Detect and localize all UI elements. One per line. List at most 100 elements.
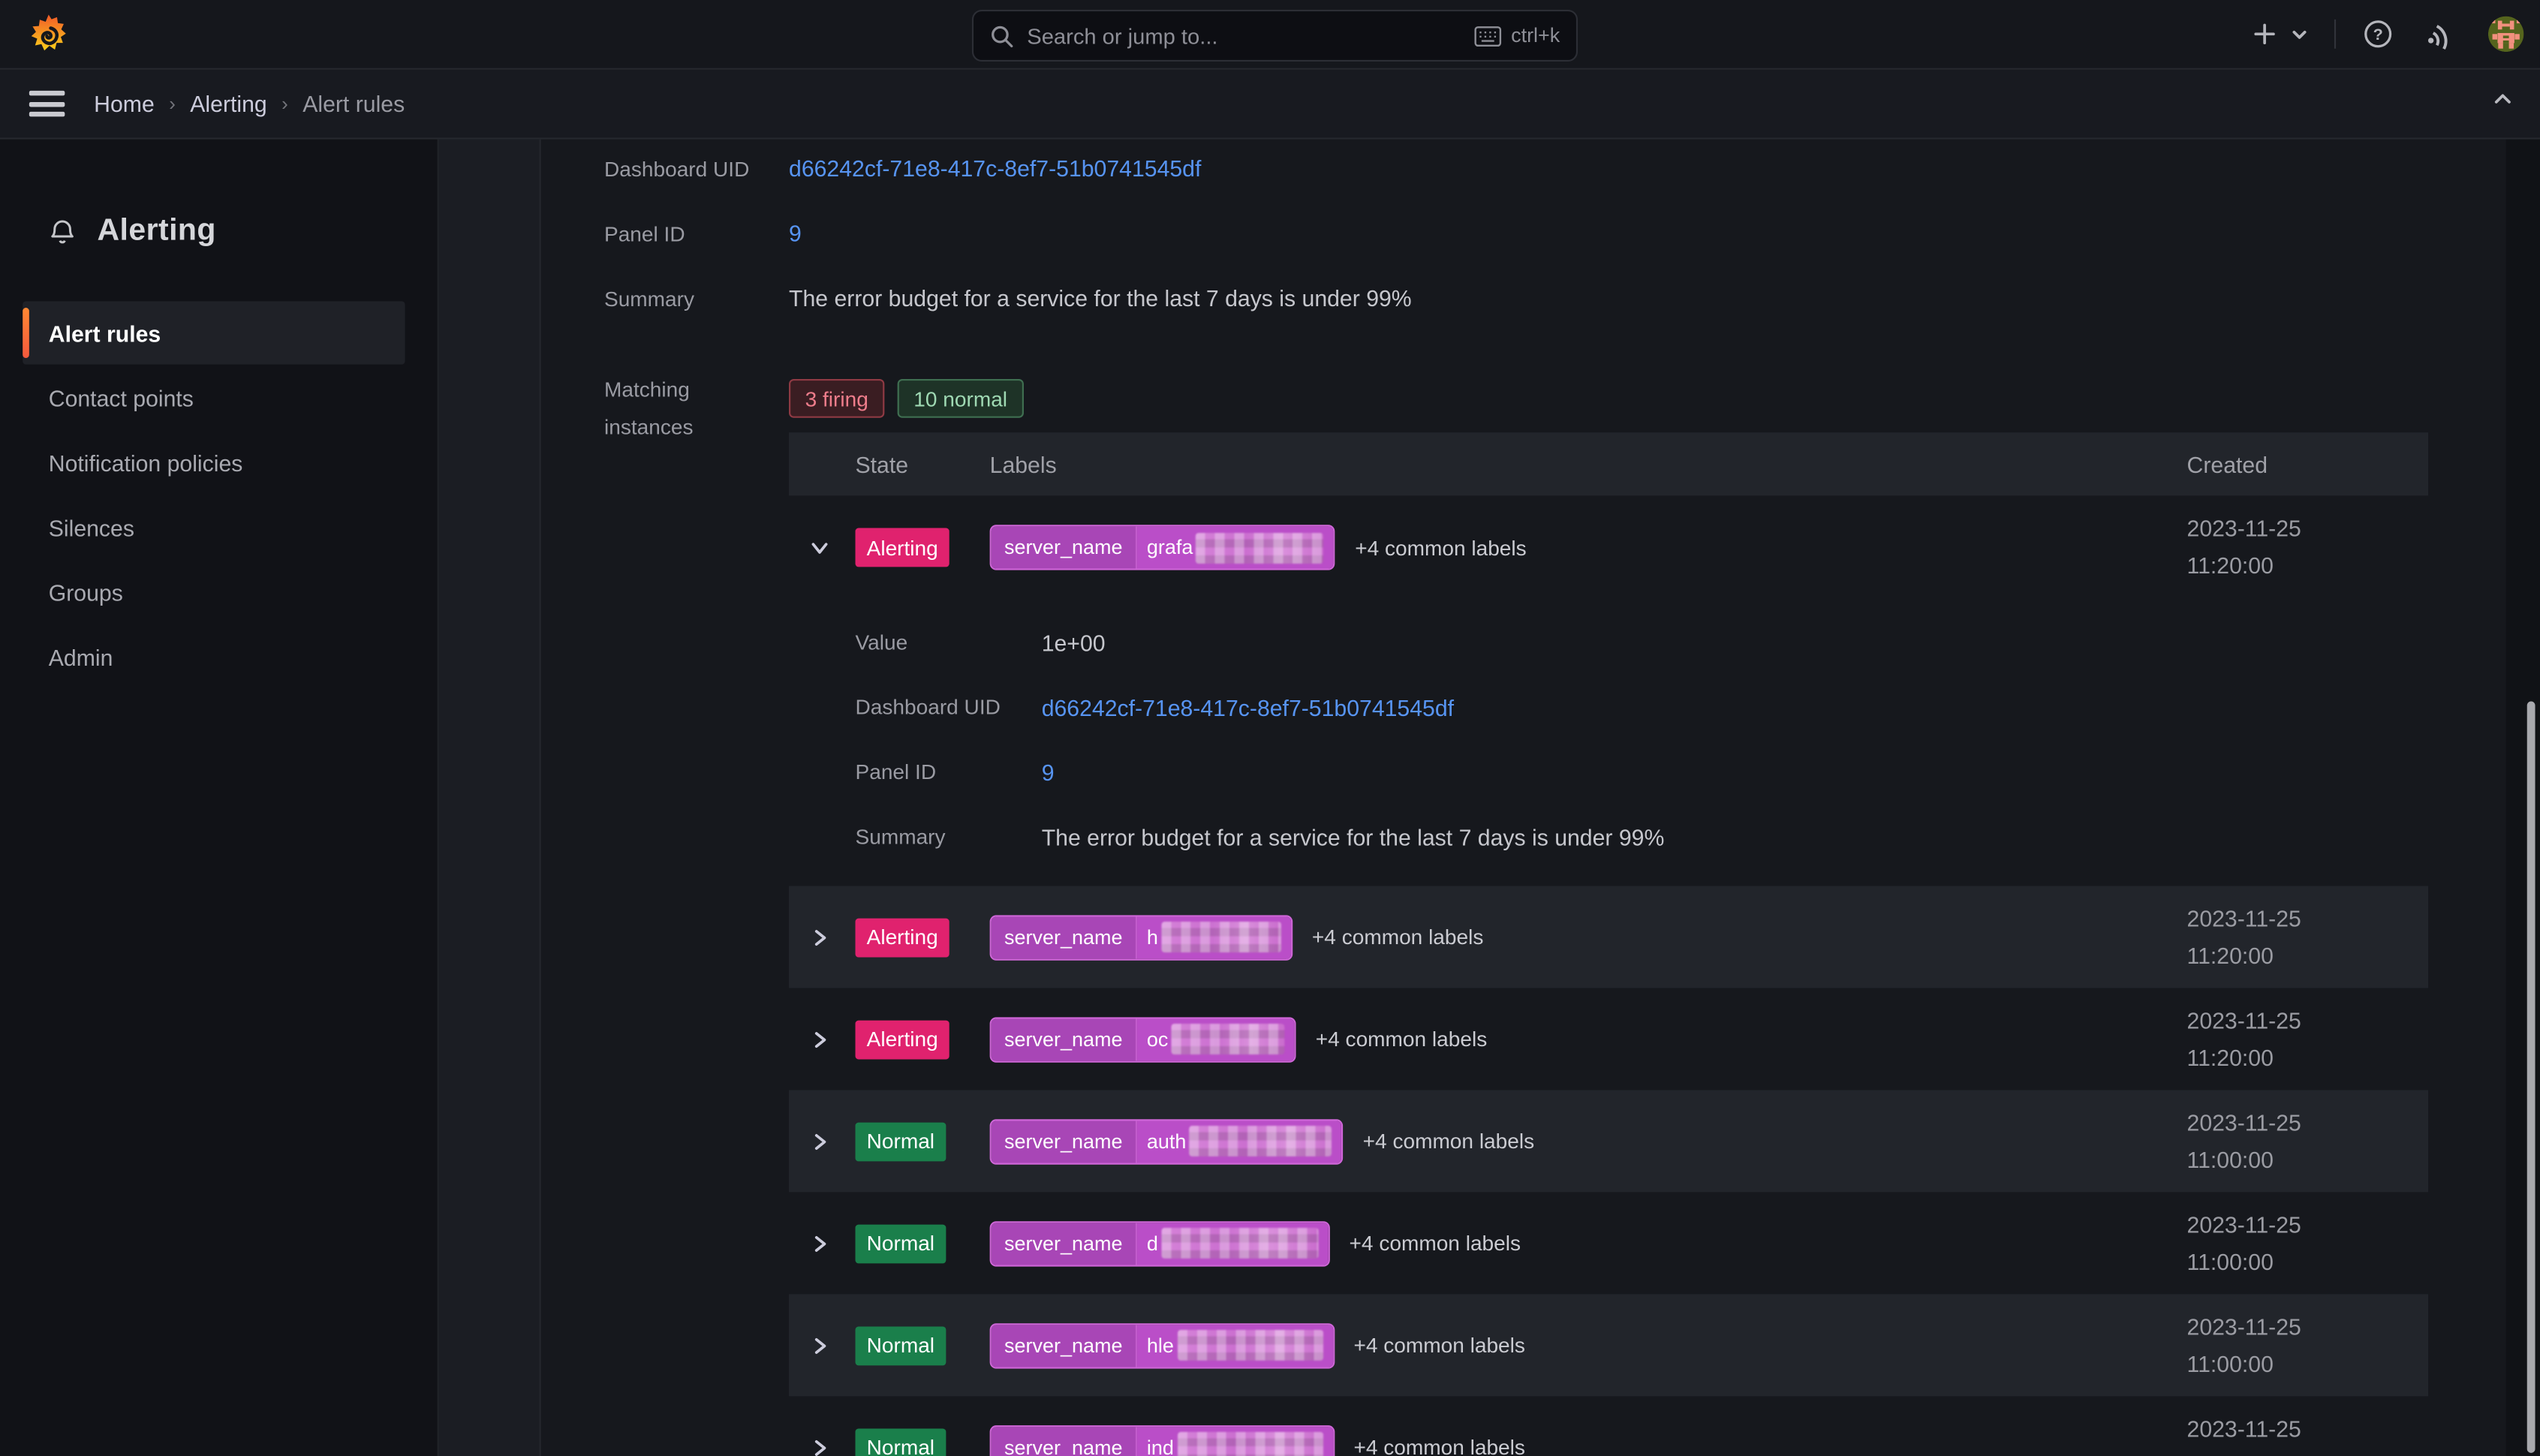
label-pill: server_name auth <box>990 1118 1344 1163</box>
add-menu-caret[interactable] <box>2284 10 2315 59</box>
label-pill-key: server_name <box>992 1120 1137 1162</box>
label-pill: server_namegrafa <box>990 525 1336 570</box>
annotation-field-label: Dashboard UID <box>604 151 789 188</box>
created-cell: 2023-11-2511:00:00 <box>2187 1090 2301 1192</box>
annotation-field-value[interactable]: d66242cf-71e8-417c-8ef7-51b0741545df <box>789 151 1201 188</box>
scrollbar-thumb[interactable] <box>2527 701 2535 1452</box>
instance-detail-value[interactable]: 9 <box>1042 757 1055 789</box>
state-badge: Alerting <box>856 1020 949 1059</box>
labels-cell: server_nameind+4 common labels <box>990 1424 1525 1456</box>
annotation-field-value[interactable]: 9 <box>789 215 802 253</box>
expand-row-button[interactable] <box>810 1090 829 1192</box>
label-pill-value-prefix: auth <box>1147 1130 1187 1152</box>
expand-row-button[interactable] <box>810 1294 829 1396</box>
instance-detail-value[interactable]: d66242cf-71e8-417c-8ef7-51b0741545df <box>1042 692 1454 724</box>
chevron-up-icon <box>2491 88 2514 110</box>
rule-details-panel: Dashboard UIDd66242cf-71e8-417c-8ef7-51b… <box>541 140 2506 1456</box>
search-shortcut: ctrl+k <box>1473 24 1560 47</box>
instance-row[interactable]: Alertingserver_namegrafa+4 common labels… <box>789 495 2428 599</box>
expand-row-button[interactable] <box>810 495 829 599</box>
section-title: Alerting <box>49 214 216 249</box>
help-button[interactable]: ? <box>2355 10 2400 59</box>
state-cell: Alerting <box>856 1020 949 1059</box>
label-pill-key: server_name <box>992 1018 1137 1060</box>
chevron-right-icon <box>810 1437 829 1456</box>
top-navigation-bar: ctrl+k ? <box>0 0 2540 70</box>
instance-row[interactable]: Normalserver_nameind+4 common labels2023… <box>789 1396 2428 1456</box>
breadcrumb-item[interactable]: Home <box>94 91 155 117</box>
expand-row-button[interactable] <box>810 988 829 1090</box>
instance-row[interactable]: Normalserver_namehle+4 common labels2023… <box>789 1294 2428 1396</box>
created-date: 2023-11-25 <box>2187 510 2301 548</box>
sidebar-item-admin[interactable]: Admin <box>23 625 405 688</box>
created-cell: 2023-11-2511:20:00 <box>2187 988 2301 1090</box>
topbar-divider <box>2334 20 2336 49</box>
scrollbar-track[interactable] <box>2506 140 2540 1456</box>
sidebar-item-alert-rules[interactable]: Alert rules <box>23 301 405 364</box>
expand-row-button[interactable] <box>810 886 829 988</box>
annotation-field-row: Panel ID9 <box>604 215 802 253</box>
sidebar-item-silences[interactable]: Silences <box>23 495 405 558</box>
instance-row[interactable]: Alertingserver_nameh+4 common labels2023… <box>789 886 2428 988</box>
label-pill-value: auth <box>1137 1120 1342 1162</box>
chevron-right-icon <box>810 1233 829 1253</box>
label-pill-value-prefix: oc <box>1147 1027 1168 1050</box>
label-pill-value-prefix: d <box>1147 1232 1158 1254</box>
search-icon <box>990 23 1014 47</box>
instance-row[interactable]: Alerting server_name oc +4 common labels 202… <box>789 988 2428 1090</box>
common-labels-text: +4 common labels <box>1350 1231 1521 1255</box>
collapse-header-button[interactable] <box>2491 88 2514 119</box>
instance-detail-label: Panel ID <box>856 757 1042 789</box>
created-time: 11:00:00 <box>2187 1345 2301 1382</box>
created-date: 2023-11-25 <box>2187 1104 2301 1142</box>
state-cell: Alerting <box>856 528 949 567</box>
section-title-text: Alerting <box>97 214 215 249</box>
breadcrumb-item[interactable]: Alerting <box>190 91 266 117</box>
labels-cell: server_nameauth+4 common labels <box>990 1118 1535 1163</box>
state-cell: Normal <box>856 1223 946 1262</box>
annotation-field-label: Summary <box>604 280 789 317</box>
label-pill-value-prefix: ind <box>1147 1436 1174 1456</box>
sidebar-item-groups[interactable]: Groups <box>23 561 405 624</box>
expand-row-button[interactable] <box>810 1396 829 1456</box>
state-badge: Alerting <box>856 528 949 567</box>
redacted-label-value <box>1172 1024 1285 1054</box>
sidebar-item-label: Contact points <box>49 385 194 411</box>
sidebar-item-contact-points[interactable]: Contact points <box>23 366 405 429</box>
instance-detail-label: Value <box>856 627 1042 659</box>
chevron-right-icon <box>810 1335 829 1355</box>
menu-toggle-button[interactable] <box>29 91 65 117</box>
content-gutter <box>439 140 541 1456</box>
label-pill-value: grafa <box>1137 526 1334 568</box>
normal-count-badge: 10 normal <box>898 379 1024 418</box>
state-cell: Alerting <box>856 918 949 957</box>
redacted-label-value <box>1177 1330 1323 1361</box>
redacted-label-value <box>1161 922 1281 952</box>
news-button[interactable] <box>2420 10 2465 59</box>
instance-detail-label: Dashboard UID <box>856 692 1042 724</box>
annotation-field-label: Panel ID <box>604 215 789 253</box>
label-pill-key: server_name <box>992 1222 1137 1264</box>
search-input[interactable] <box>1014 23 1473 47</box>
state-badge: Alerting <box>856 918 949 957</box>
search-bar[interactable]: ctrl+k <box>972 10 1578 62</box>
sidebar-item-notification-policies[interactable]: Notification policies <box>23 431 405 494</box>
instance-row[interactable]: Normalserver_nameauth+4 common labels202… <box>789 1090 2428 1192</box>
label-pill: server_name oc <box>990 1016 1296 1061</box>
redacted-label-value <box>1161 1228 1318 1259</box>
user-avatar[interactable] <box>2488 17 2523 52</box>
common-labels-text: +4 common labels <box>1312 925 1483 949</box>
label-pill: server_nameh <box>990 914 1293 959</box>
instance-row[interactable]: Normalserver_named+4 common labels2023-1… <box>789 1192 2428 1294</box>
sidebar-item-label: Alert rules <box>49 320 161 346</box>
expand-row-button[interactable] <box>810 1192 829 1294</box>
annotation-field-row: Dashboard UIDd66242cf-71e8-417c-8ef7-51b… <box>604 151 1201 188</box>
matching-instances-table: State Labels Created Alertingserver_name… <box>789 432 2428 1456</box>
instance-detail-label: Summary <box>856 821 1042 853</box>
created-time: 11:20:00 <box>2187 937 2301 974</box>
sidebar-item-label: Notification policies <box>49 450 243 476</box>
common-labels-text: +4 common labels <box>1316 1027 1487 1051</box>
add-button[interactable] <box>2245 10 2284 59</box>
grafana-logo-icon[interactable] <box>28 13 70 55</box>
common-labels-text: +4 common labels <box>1353 1333 1524 1357</box>
